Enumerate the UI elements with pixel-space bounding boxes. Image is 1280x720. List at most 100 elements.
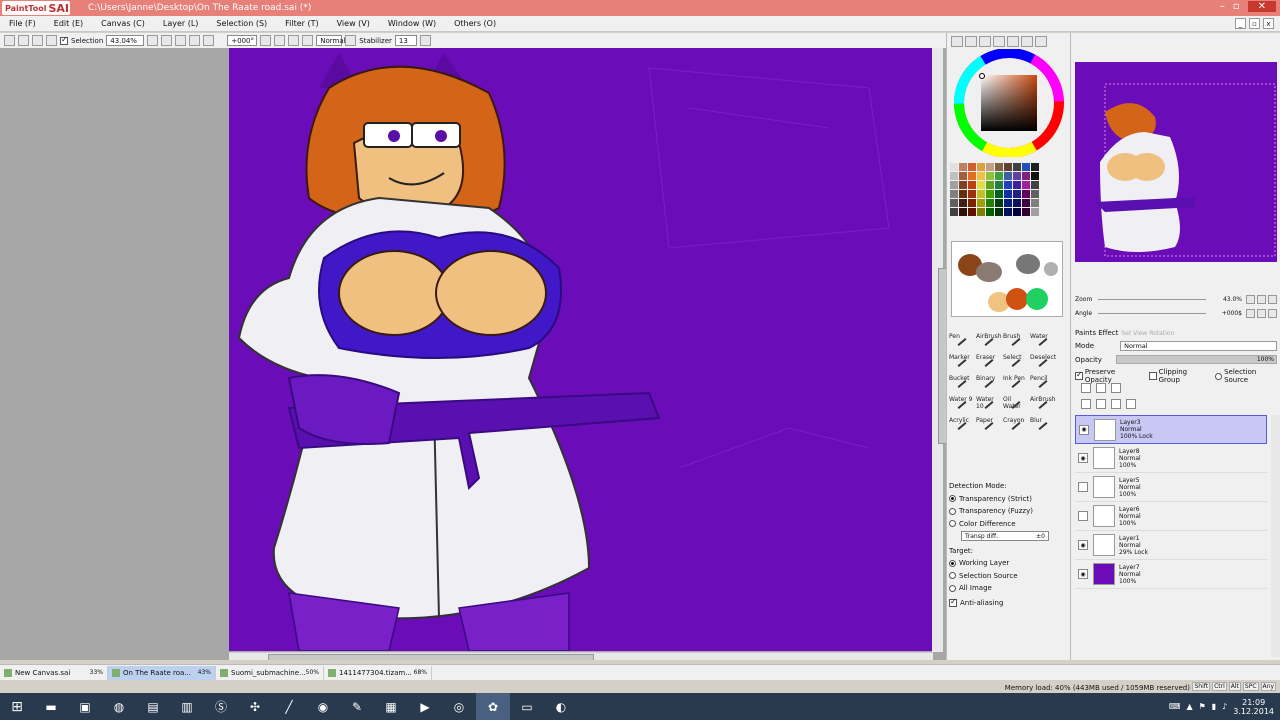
zoom-in-button[interactable] — [161, 35, 173, 46]
color-swatch[interactable] — [968, 190, 976, 198]
color-swatch[interactable] — [968, 163, 976, 171]
tool-water-10[interactable]: Water 10 — [976, 396, 1000, 413]
menu-others[interactable]: Others (O) — [445, 19, 505, 28]
color-swatch[interactable] — [977, 190, 985, 198]
visibility-eye-icon[interactable] — [1078, 511, 1088, 521]
color-swatch[interactable] — [950, 190, 958, 198]
selection-source-radio[interactable] — [1215, 372, 1223, 380]
swatch-grid[interactable] — [950, 163, 1040, 221]
tool-pen[interactable]: Pen — [949, 333, 973, 350]
color-mix-tab-icon[interactable] — [993, 36, 1005, 47]
transfer-down-icon[interactable] — [1081, 399, 1091, 409]
clear-layer-icon[interactable] — [1111, 399, 1121, 409]
flag-icon[interactable]: ⚑ — [1199, 702, 1206, 711]
visibility-eye-icon[interactable]: ◉ — [1079, 424, 1089, 435]
network-icon[interactable]: ▮ — [1212, 702, 1216, 711]
tool-oil-water[interactable]: Oil Water — [1003, 396, 1027, 413]
stabilizer-dropdown-button[interactable] — [419, 35, 431, 46]
clock[interactable]: 21:09 3.12.2014 — [1233, 698, 1274, 716]
color-swatch[interactable] — [1031, 208, 1039, 216]
vertical-scrollbar[interactable] — [932, 48, 947, 652]
doc-tab[interactable]: 1411477304.tizam... 68% — [324, 665, 432, 680]
layer-list-scrollbar[interactable] — [1271, 415, 1280, 657]
zoom-dropdown-button[interactable] — [147, 35, 159, 46]
flip-button[interactable] — [302, 35, 314, 46]
media-app-icon[interactable]: ▥ — [170, 693, 204, 720]
mdi-restore-button[interactable]: ▫ — [1249, 18, 1260, 29]
color-swatch[interactable] — [968, 172, 976, 180]
detect-strict-radio[interactable] — [949, 495, 956, 503]
color-swatch[interactable] — [1022, 172, 1030, 180]
navigator-preview[interactable] — [1075, 62, 1277, 262]
skype-app-icon[interactable]: Ⓢ — [204, 693, 238, 720]
nav-rotate-reset-button[interactable] — [1268, 309, 1277, 318]
color-swatch[interactable] — [995, 181, 1003, 189]
nav-zoom-slider[interactable] — [1098, 299, 1206, 300]
mdi-close-button[interactable]: x — [1263, 18, 1274, 29]
color-swatch[interactable] — [995, 190, 1003, 198]
color-swatch[interactable] — [1022, 208, 1030, 216]
menu-window[interactable]: Window (W) — [379, 19, 445, 28]
target-all-image-radio[interactable] — [949, 584, 956, 592]
new-folder-icon[interactable] — [1111, 383, 1121, 393]
detect-color-diff-radio[interactable] — [949, 520, 956, 528]
artwork-canvas[interactable] — [229, 48, 932, 651]
minimize-button[interactable]: – — [1220, 1, 1225, 12]
color-swatch[interactable] — [1013, 199, 1021, 207]
tool-airbrush[interactable]: AirBrush — [976, 333, 1002, 350]
layer-item[interactable]: ◉ Layer1 Normal 29% Lock — [1075, 531, 1267, 560]
color-swatch[interactable] — [995, 199, 1003, 207]
color-swatch[interactable] — [959, 181, 967, 189]
chrome-app-icon[interactable]: ◉ — [306, 693, 340, 720]
rotate-left-button[interactable] — [260, 35, 272, 46]
color-swatch[interactable] — [1031, 163, 1039, 171]
detect-fuzzy-radio[interactable] — [949, 507, 956, 515]
scratchpad[interactable] — [951, 241, 1063, 317]
visibility-eye-icon[interactable] — [1078, 482, 1088, 492]
color-swatch[interactable] — [1022, 190, 1030, 198]
maximize-button[interactable]: ▫ — [1233, 1, 1240, 12]
color-swatch[interactable] — [959, 163, 967, 171]
color-swatch[interactable] — [995, 172, 1003, 180]
layer-item[interactable]: ◉ Layer8 Normal 100% — [1075, 444, 1267, 473]
menu-view[interactable]: View (V) — [328, 19, 379, 28]
layer-item[interactable]: Layer5 Normal 100% — [1075, 473, 1267, 502]
pen-app-icon[interactable]: ╱ — [272, 693, 306, 720]
color-swatch[interactable] — [1004, 181, 1012, 189]
zoom-field[interactable]: 43.04% — [106, 35, 145, 46]
color-swatch[interactable] — [950, 172, 958, 180]
color-swatch[interactable] — [986, 181, 994, 189]
globe-app-icon[interactable]: ◍ — [102, 693, 136, 720]
obs-app-icon[interactable]: ◐ — [544, 693, 578, 720]
preserve-opacity-checkbox[interactable] — [1075, 370, 1083, 380]
horizontal-scrollbar[interactable] — [229, 652, 933, 660]
horizontal-scroll-thumb[interactable] — [268, 654, 594, 660]
tool-select[interactable]: Select — [1003, 354, 1027, 371]
tool-eraser[interactable]: Eraser — [976, 354, 1000, 371]
color-swatch[interactable] — [959, 208, 967, 216]
opacity-slider[interactable]: 100% — [1115, 355, 1277, 364]
color-swatch[interactable] — [1004, 208, 1012, 216]
zoom-reset-button[interactable] — [189, 35, 201, 46]
tool-water-9[interactable]: Water 9 — [949, 396, 973, 413]
color-swatch[interactable] — [968, 181, 976, 189]
tool-brush[interactable]: Brush — [1003, 333, 1027, 350]
tool-deselect[interactable]: Deselect — [1030, 354, 1056, 371]
scratchpad-tab-icon[interactable] — [1021, 36, 1033, 47]
color-swatch[interactable] — [977, 199, 985, 207]
color-swatch[interactable] — [1013, 208, 1021, 216]
paints-effect-header[interactable]: Paints Effect Set View Rotation — [1075, 329, 1174, 337]
visibility-eye-icon[interactable]: ◉ — [1078, 453, 1088, 463]
clipping-group-checkbox[interactable] — [1148, 372, 1157, 380]
windows-start-icon[interactable]: ⊞ — [0, 693, 34, 720]
color-swatch[interactable] — [986, 172, 994, 180]
color-swatch[interactable] — [1004, 172, 1012, 180]
keyboard-icon[interactable]: ⌨ — [1169, 702, 1181, 711]
network-app-icon[interactable]: ▣ — [68, 693, 102, 720]
color-swatch[interactable] — [1031, 172, 1039, 180]
color-swatch[interactable] — [959, 199, 967, 207]
gear-app-icon[interactable]: ✣ — [238, 693, 272, 720]
menu-selection[interactable]: Selection (S) — [207, 19, 276, 28]
merge-down-icon[interactable] — [1096, 399, 1106, 409]
rgb-slider-tab-icon[interactable] — [965, 36, 977, 47]
